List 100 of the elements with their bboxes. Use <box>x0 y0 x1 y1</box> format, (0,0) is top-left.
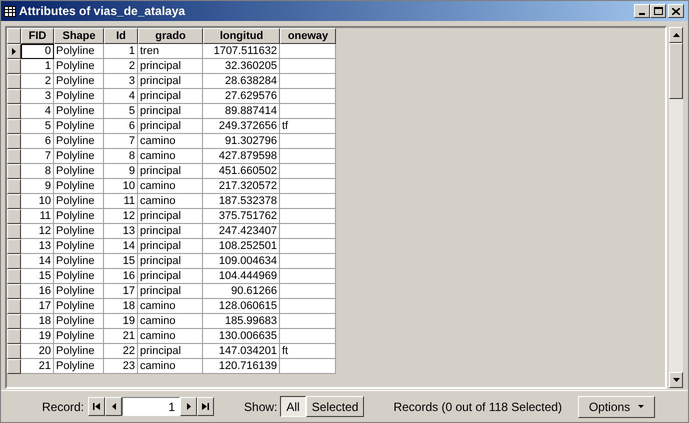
row-selector[interactable] <box>7 194 21 209</box>
row-selector[interactable] <box>7 59 21 74</box>
row-selector[interactable] <box>7 329 21 344</box>
table-cell: 18 <box>104 299 138 314</box>
show-toggle[interactable]: Selected <box>306 396 364 417</box>
table-icon <box>4 6 16 16</box>
table-cell: 109.004634 <box>203 254 280 269</box>
show-toggle[interactable]: All <box>280 396 306 417</box>
table-cell <box>280 209 336 224</box>
table-cell <box>280 269 336 284</box>
right-arrow-icon <box>186 403 191 410</box>
row-selector[interactable] <box>7 74 21 89</box>
row-selector[interactable] <box>7 344 21 359</box>
records-status: Records (0 out of 118 Selected) <box>393 398 563 416</box>
table-cell: Polyline <box>54 179 104 194</box>
up-arrow-icon <box>672 33 680 37</box>
scroll-down-button[interactable] <box>669 372 683 388</box>
previous-record-button[interactable] <box>105 397 122 416</box>
last-icon <box>202 403 210 410</box>
record-field[interactable]: 1 <box>122 397 180 416</box>
row-selector[interactable] <box>7 254 21 269</box>
table-cell <box>280 359 336 374</box>
record-label: Record: <box>42 398 84 416</box>
row-selector[interactable] <box>7 149 21 164</box>
row-selector[interactable] <box>7 104 21 119</box>
row-selector[interactable] <box>7 224 21 239</box>
table-cell: Polyline <box>54 284 104 299</box>
row-selector[interactable] <box>7 134 21 149</box>
row-selector[interactable] <box>7 314 21 329</box>
table-cell <box>280 284 336 299</box>
table-cell: 16 <box>21 284 54 299</box>
table-cell: 12 <box>104 209 138 224</box>
table-cell: camino <box>138 329 203 344</box>
column-header[interactable]: FID <box>21 28 54 44</box>
column-header[interactable]: Id <box>104 28 138 44</box>
row-selector[interactable] <box>7 284 21 299</box>
scroll-thumb[interactable] <box>669 43 683 99</box>
row-selector[interactable] <box>7 89 21 104</box>
table-cell: camino <box>138 179 203 194</box>
first-icon <box>93 403 100 410</box>
maximize-button[interactable] <box>650 4 666 18</box>
table-cell: Polyline <box>54 224 104 239</box>
next-record-button[interactable] <box>180 397 198 416</box>
table-cell: Polyline <box>54 89 104 104</box>
table-cell: 375.751762 <box>203 209 280 224</box>
scroll-up-button[interactable] <box>669 27 683 43</box>
table-cell: 108.252501 <box>203 239 280 254</box>
close-button[interactable] <box>668 4 684 18</box>
table-cell: Polyline <box>54 149 104 164</box>
table-cell: 3 <box>104 74 138 89</box>
row-selector[interactable] <box>7 44 21 59</box>
column-header[interactable]: grado <box>138 28 203 44</box>
table-cell <box>280 314 336 329</box>
column-header[interactable]: Shape <box>54 28 104 44</box>
row-selector[interactable] <box>7 239 21 254</box>
options-button[interactable]: Options <box>578 396 655 418</box>
table-cell: principal <box>138 344 203 359</box>
table-cell: principal <box>138 209 203 224</box>
table-cell: Polyline <box>54 134 104 149</box>
row-selector[interactable] <box>7 209 21 224</box>
table-cell: 10 <box>104 179 138 194</box>
table-cell <box>280 164 336 179</box>
table-cell: 104.444969 <box>203 269 280 284</box>
scrollbar[interactable] <box>668 26 684 389</box>
minimize-button[interactable] <box>634 4 650 18</box>
table-cell <box>280 59 336 74</box>
row-selector[interactable] <box>7 359 21 374</box>
last-record-button[interactable] <box>197 397 214 416</box>
row-selector[interactable] <box>7 119 21 134</box>
table-cell: Polyline <box>54 74 104 89</box>
down-arrow-icon <box>672 378 680 382</box>
table-cell: ft <box>280 344 336 359</box>
row-selector[interactable] <box>7 269 21 284</box>
table-cell <box>280 224 336 239</box>
row-selector[interactable] <box>7 179 21 194</box>
table-cell: Polyline <box>54 239 104 254</box>
table-cell: camino <box>138 299 203 314</box>
table-cell: principal <box>138 269 203 284</box>
table-cell: 18 <box>21 314 54 329</box>
table-cell <box>280 74 336 89</box>
table-cell: 3 <box>21 89 54 104</box>
row-selector[interactable] <box>7 299 21 314</box>
table-cell: Polyline <box>54 44 104 59</box>
table-cell <box>280 104 336 119</box>
table-cell: 2 <box>104 59 138 74</box>
column-header[interactable]: longitud <box>203 28 280 44</box>
table-cell: Polyline <box>54 209 104 224</box>
table-cell: camino <box>138 134 203 149</box>
table-cell <box>280 149 336 164</box>
table-cell: 89.887414 <box>203 104 280 119</box>
table-cell: 11 <box>104 194 138 209</box>
table-cell: 15 <box>104 254 138 269</box>
table-cell: 8 <box>104 149 138 164</box>
row-selector[interactable] <box>7 164 21 179</box>
table-cell: 7 <box>104 134 138 149</box>
table-cell: 6 <box>104 119 138 134</box>
table-cell: Polyline <box>54 329 104 344</box>
first-record-button[interactable] <box>88 397 106 416</box>
table-cell: 9 <box>104 164 138 179</box>
column-header[interactable]: oneway <box>280 28 336 44</box>
